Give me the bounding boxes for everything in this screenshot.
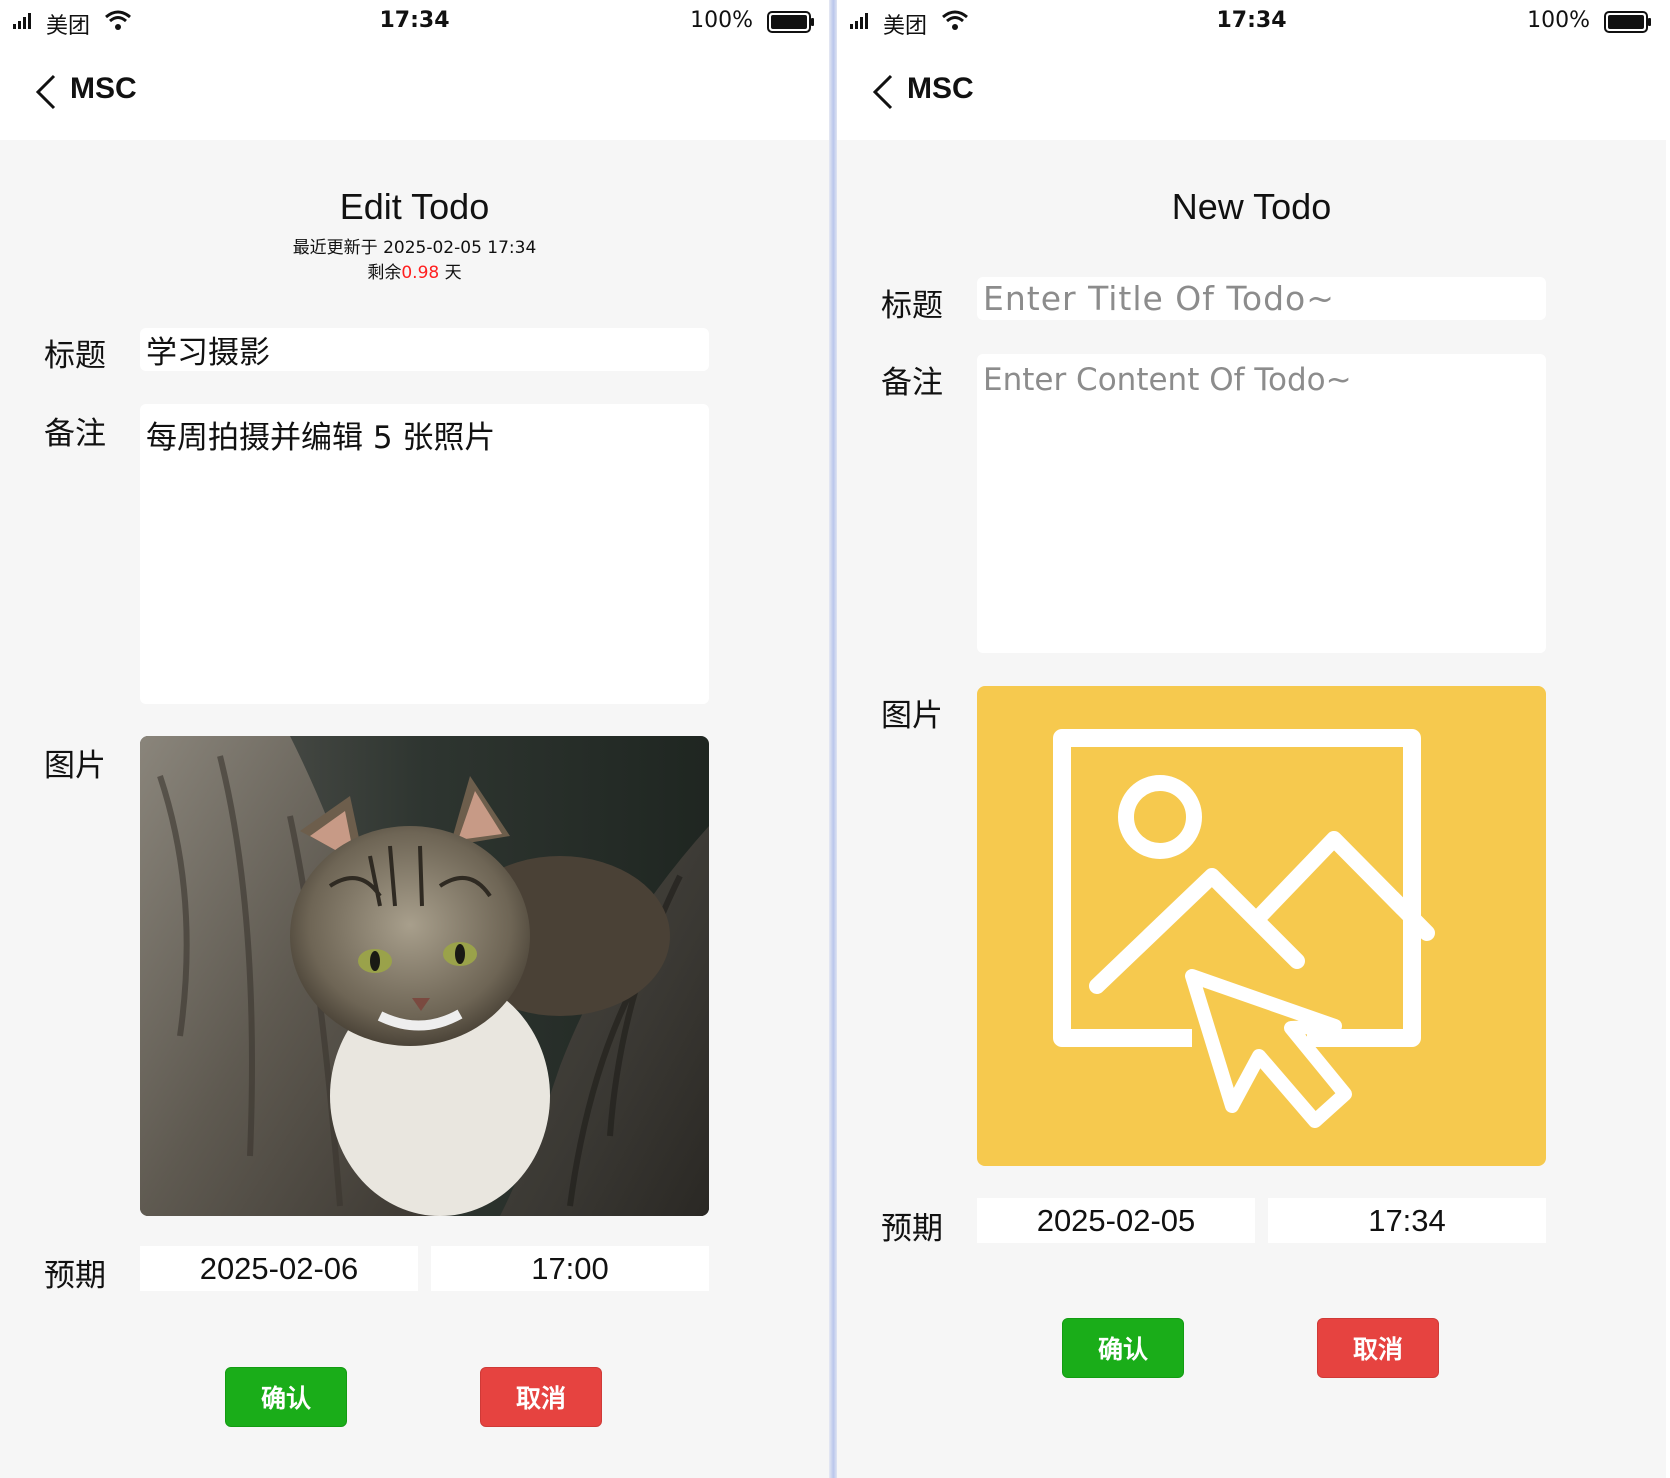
nav-title: MSC bbox=[907, 72, 974, 105]
due-time-picker[interactable]: 17:00 bbox=[431, 1246, 709, 1291]
last-updated: 最近更新于 2025-02-05 17:34 bbox=[0, 233, 829, 258]
due-label: 预期 bbox=[881, 1211, 943, 1247]
status-bar: 美团 17:34 100% bbox=[0, 0, 829, 48]
image-label: 图片 bbox=[881, 698, 943, 734]
confirm-button[interactable]: 确认 bbox=[1062, 1318, 1184, 1378]
battery-percent: 100% bbox=[1527, 8, 1590, 33]
image-upload-icon bbox=[1053, 729, 1435, 1128]
title-input[interactable] bbox=[977, 277, 1546, 320]
title-label: 标题 bbox=[44, 338, 106, 374]
last-updated-value: 2025-02-05 17:34 bbox=[383, 238, 537, 258]
screen-divider bbox=[829, 0, 837, 1478]
note-label: 备注 bbox=[44, 416, 106, 452]
screenshot-stage: 美团 17:34 100% MSC Edit Todo 最近更新于 2025-0… bbox=[0, 0, 1670, 1478]
remaining-suffix: 天 bbox=[444, 263, 462, 283]
battery-icon bbox=[767, 11, 814, 33]
status-bar: 美团 17:34 100% bbox=[837, 0, 1666, 48]
title-label: 标题 bbox=[881, 288, 943, 324]
cancel-button[interactable]: 取消 bbox=[480, 1367, 602, 1427]
note-textarea[interactable] bbox=[977, 354, 1546, 653]
remaining-value: 0.98 bbox=[401, 263, 440, 283]
confirm-button[interactable]: 确认 bbox=[225, 1367, 347, 1427]
page-title: Edit Todo bbox=[339, 186, 490, 227]
nav-bar: MSC bbox=[837, 48, 1666, 140]
due-label: 预期 bbox=[44, 1258, 106, 1294]
back-chevron-icon[interactable] bbox=[871, 72, 895, 112]
battery-icon bbox=[1604, 11, 1651, 33]
page-title: New Todo bbox=[1171, 186, 1332, 227]
nav-title: MSC bbox=[70, 72, 137, 105]
note-label: 备注 bbox=[881, 365, 943, 401]
edit-todo-screen: 美团 17:34 100% MSC Edit Todo 最近更新于 2025-0… bbox=[0, 0, 829, 1478]
new-todo-screen: 美团 17:34 100% MSC New Todo 标题 备注 bbox=[837, 0, 1666, 1478]
note-textarea[interactable]: 每周拍摄并编辑 5 张照片 bbox=[140, 404, 709, 704]
cat-photo-image bbox=[140, 736, 709, 1216]
battery-percent: 100% bbox=[690, 8, 753, 33]
due-date-picker[interactable]: 2025-02-05 bbox=[977, 1198, 1255, 1243]
due-date-picker[interactable]: 2025-02-06 bbox=[140, 1246, 418, 1291]
remaining-days: 剩余0.98 天 bbox=[0, 258, 829, 283]
remaining-prefix: 剩余 bbox=[367, 263, 402, 283]
nav-bar: MSC bbox=[0, 48, 829, 140]
image-upload-area[interactable] bbox=[977, 686, 1546, 1166]
title-input[interactable] bbox=[140, 328, 709, 371]
todo-photo[interactable] bbox=[140, 736, 709, 1216]
image-label: 图片 bbox=[44, 748, 106, 784]
cancel-button[interactable]: 取消 bbox=[1317, 1318, 1439, 1378]
last-updated-prefix: 最近更新于 bbox=[292, 238, 378, 258]
due-time-picker[interactable]: 17:34 bbox=[1268, 1198, 1546, 1243]
back-chevron-icon[interactable] bbox=[34, 72, 58, 112]
